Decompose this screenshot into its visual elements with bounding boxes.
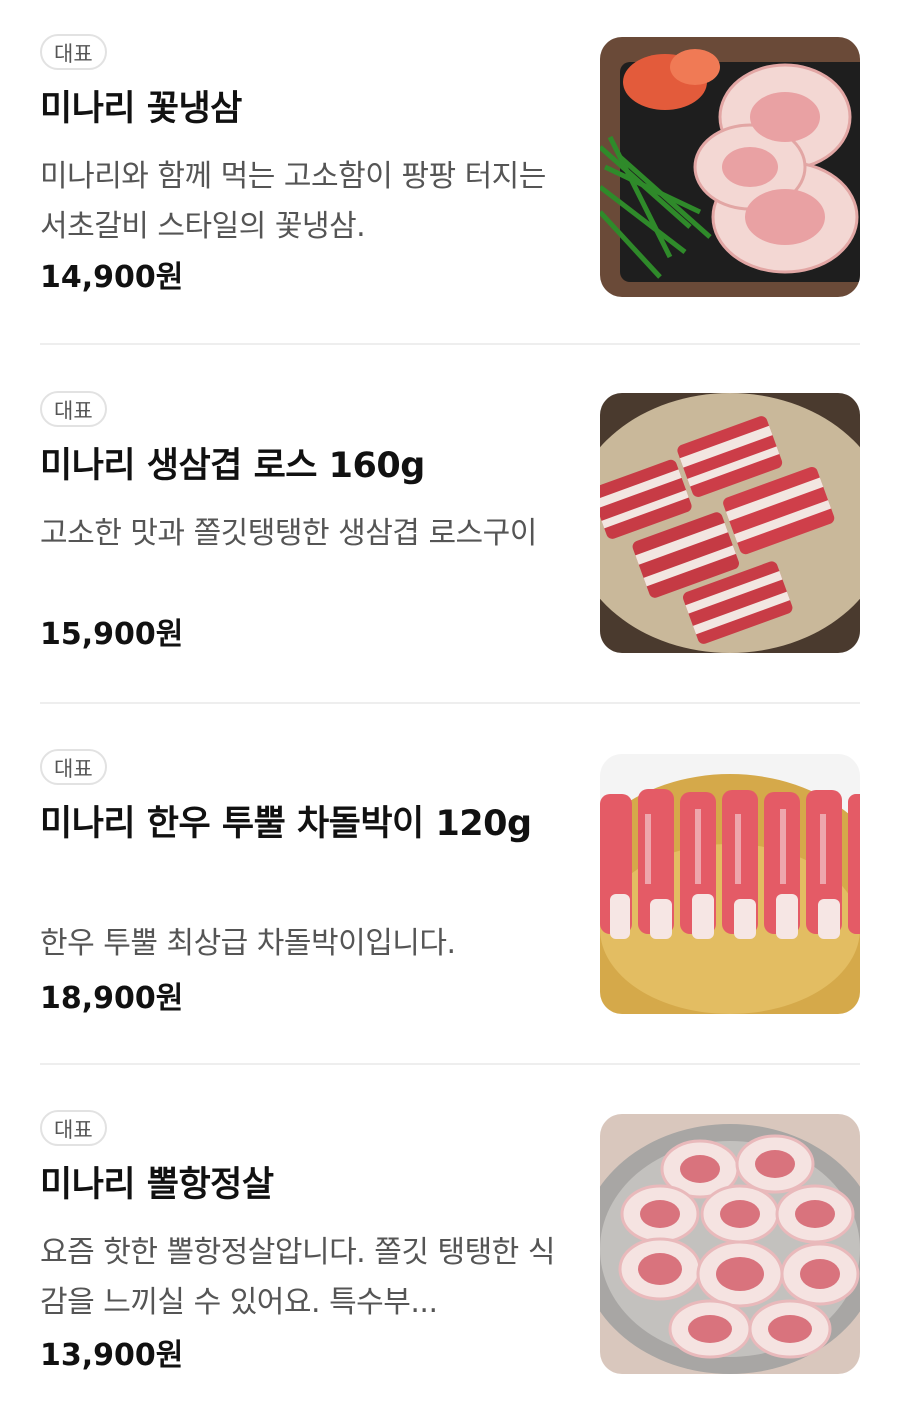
- signature-badge: 대표: [40, 391, 107, 427]
- menu-item-minari-kkot-naengsam[interactable]: 대표 미나리 꽃냉삼 미나리와 함께 먹는 고소함이 팡팡 터지는 서초갈비 스…: [40, 34, 860, 334]
- menu-item-name: 미나리 한우 투뿔 차돌박이 120g: [40, 804, 532, 844]
- menu-item-name: 미나리 뽈항정살: [40, 1165, 274, 1205]
- menu-divider: [40, 702, 860, 704]
- menu-item-price: 15,900원: [40, 617, 184, 652]
- menu-item-photo[interactable]: [600, 1114, 860, 1374]
- menu-item-minari-hanwoo-chadolbaegi[interactable]: 대표 미나리 한우 투뿔 차돌박이 120g 한우 투뿔 최상급 차돌박이입니다…: [40, 749, 860, 1049]
- menu-item-price: 18,900원: [40, 981, 184, 1016]
- menu-item-name: 미나리 생삼겹 로스 160g: [40, 446, 425, 486]
- menu-item-minari-ppol-hangjeongsal[interactable]: 대표 미나리 뽈항정살 요즘 핫한 뽈항정살압니다. 쫄깃 탱탱한 식감을 느끼…: [40, 1110, 860, 1410]
- signature-badge: 대표: [40, 749, 107, 785]
- menu-item-price: 13,900원: [40, 1338, 184, 1373]
- menu-item-description: 미나리와 함께 먹는 고소함이 팡팡 터지는 서초갈비 스타일의 꽃냉삼.: [40, 159, 546, 244]
- menu-item-name: 미나리 꽃냉삼: [40, 89, 242, 129]
- menu-item-description: 한우 투뿔 최상급 차돌박이입니다.: [40, 926, 456, 961]
- signature-badge: 대표: [40, 34, 107, 70]
- menu-item-photo[interactable]: [600, 393, 860, 653]
- menu-item-price: 14,900원: [40, 260, 184, 295]
- menu-item-description: 요즘 핫한 뽈항정살압니다. 쫄깃 탱탱한 식감을 느끼실 수 있어요. 특수부…: [40, 1235, 555, 1320]
- menu-item-description: 고소한 맛과 쫄깃탱탱한 생삼겹 로스구이: [40, 516, 537, 551]
- menu-divider: [40, 1063, 860, 1065]
- menu-divider: [40, 343, 860, 345]
- signature-badge: 대표: [40, 1110, 107, 1146]
- menu-item-photo[interactable]: [600, 37, 860, 297]
- menu-item-minari-saengsamgyeop-roast[interactable]: 대표 미나리 생삼겹 로스 160g 고소한 맛과 쫄깃탱탱한 생삼겹 로스구이…: [40, 391, 860, 691]
- menu-item-photo[interactable]: [600, 754, 860, 1014]
